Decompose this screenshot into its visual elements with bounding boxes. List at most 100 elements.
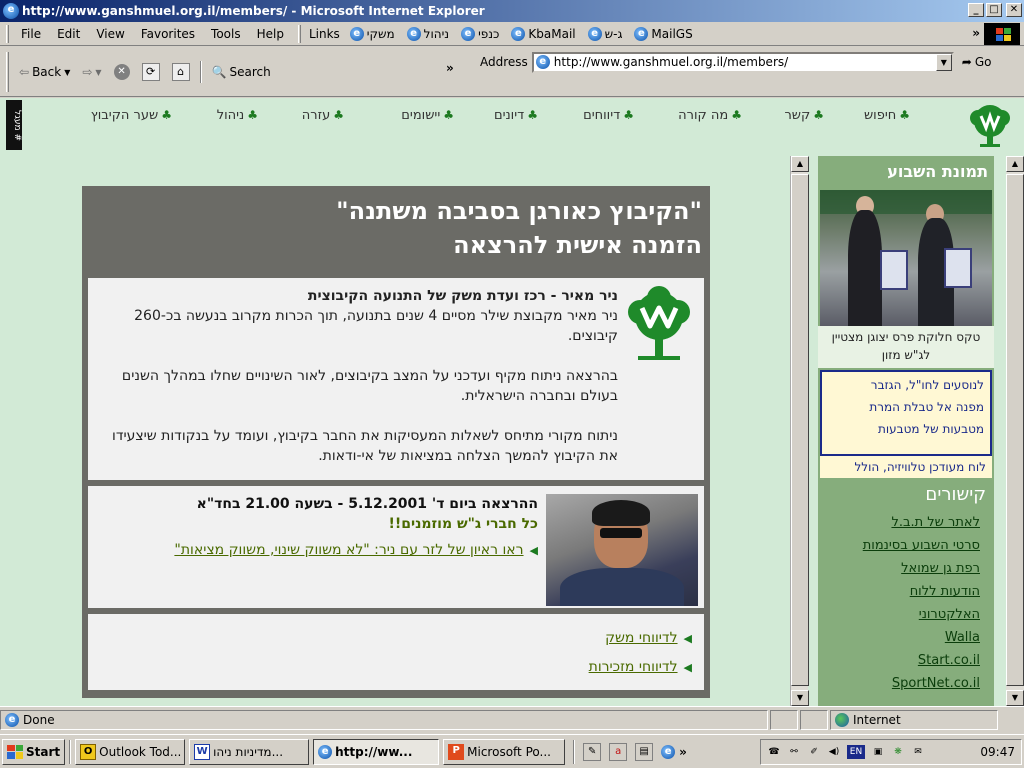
- close-button[interactable]: ✕: [1006, 3, 1022, 17]
- gan-shmuel-logo[interactable]: [968, 104, 1012, 148]
- link-mailgs[interactable]: e MailGS: [628, 26, 698, 41]
- leaf-icon: ♣: [623, 108, 634, 122]
- photo-of-week[interactable]: [820, 190, 992, 326]
- task-word[interactable]: W מדיניות ניהו...: [189, 738, 310, 765]
- forward-button[interactable]: ⇨ ▼: [76, 65, 107, 79]
- outlook-icon: O: [80, 743, 97, 760]
- sidebar-scrollbar[interactable]: ▲ ▼: [790, 156, 809, 706]
- menu-tools[interactable]: Tools: [203, 27, 249, 41]
- nav-search[interactable]: ♣חיפוש: [864, 108, 910, 123]
- interview-link-label: ראו ראיון של לזר עם ניר: "לא משווק שינוי…: [174, 542, 524, 558]
- toolbar-overflow-chevron[interactable]: »: [446, 61, 454, 75]
- nav-applications[interactable]: ♣יישומים: [401, 108, 454, 123]
- link-walla[interactable]: Walla: [818, 626, 980, 649]
- ie-icon: e: [318, 744, 333, 759]
- nav-contact[interactable]: ♣קשר: [784, 108, 824, 123]
- task-ie[interactable]: e http://ww...: [313, 738, 440, 765]
- language-indicator[interactable]: EN: [847, 745, 865, 759]
- display-icon[interactable]: ▣: [871, 745, 885, 759]
- link-economy-reports[interactable]: לדיווחי משק: [605, 630, 677, 646]
- security-zone[interactable]: Internet: [830, 709, 998, 730]
- nav-kibbutz-gate[interactable]: ♣שער הקיבוץ: [91, 108, 172, 123]
- home-button[interactable]: ⌂: [166, 63, 196, 81]
- menu-view[interactable]: View: [88, 27, 132, 41]
- volume-icon[interactable]: ◀): [827, 745, 841, 759]
- dropdown-arrow-icon[interactable]: ▼: [64, 68, 70, 77]
- nav-admin[interactable]: ♣ניהול: [217, 108, 258, 123]
- link-knafi[interactable]: e כנפי: [455, 26, 505, 41]
- pen-icon[interactable]: ✐: [807, 745, 821, 759]
- link-cinema[interactable]: סרטי השבוע בסינמות: [818, 534, 980, 557]
- interview-link[interactable]: ◀ ראו ראיון של לזר עם ניר: "לא משווק שינו…: [98, 540, 538, 561]
- scroll-up-button[interactable]: ▲: [791, 156, 809, 172]
- toolbar-grip[interactable]: [6, 52, 9, 92]
- nav-link-label: קשר: [784, 108, 811, 123]
- phone-icon[interactable]: ☎: [767, 745, 781, 759]
- link-mishki[interactable]: e משקי: [344, 26, 401, 41]
- go-button[interactable]: ➦ Go: [954, 55, 992, 69]
- menu-edit[interactable]: Edit: [49, 27, 88, 41]
- maximize-button[interactable]: □: [986, 3, 1002, 17]
- link-dairy[interactable]: רפת גן שמואל: [818, 557, 980, 580]
- nav-whats-up[interactable]: ♣מה קורה: [678, 108, 742, 123]
- clock[interactable]: 09:47: [980, 745, 1015, 759]
- search-button[interactable]: 🔍 Search: [206, 65, 277, 79]
- link-sportnet[interactable]: SportNet.co.il: [818, 672, 980, 695]
- link-label: ניהול: [423, 26, 450, 41]
- scroll-down-button[interactable]: ▼: [1006, 690, 1024, 706]
- quicklaunch-ie-icon[interactable]: e: [661, 744, 676, 759]
- link-label: KbaMail: [528, 26, 576, 41]
- link-secretariat-reports[interactable]: לדיווחי מזכירות: [589, 659, 678, 675]
- address-dropdown-button[interactable]: ▼: [935, 53, 952, 71]
- task-powerpoint[interactable]: P Microsoft Po...: [443, 738, 566, 765]
- photo-shirt: [560, 568, 684, 606]
- dropdown-arrow-icon[interactable]: ▼: [95, 68, 101, 77]
- news-ticker[interactable]: לנוסעים לחו"ל, הגזבר מפנה אל טבלת המרת מ…: [820, 370, 992, 456]
- menu-file[interactable]: File: [13, 27, 49, 41]
- quicklaunch-overflow-chevron[interactable]: »: [679, 745, 687, 759]
- quicklaunch-acrobat-icon[interactable]: a: [609, 742, 628, 761]
- links-overflow-chevron[interactable]: »: [972, 26, 980, 40]
- link-start[interactable]: Start.co.il: [818, 649, 980, 672]
- leaf-icon: ♣: [161, 108, 172, 122]
- minimize-button[interactable]: _: [968, 3, 984, 17]
- toolbar-grip[interactable]: [6, 24, 9, 43]
- separator: [573, 739, 576, 764]
- links-heading: קישורים: [925, 484, 986, 505]
- address-input[interactable]: e http://www.ganshmuel.org.il/members/ ▼: [531, 51, 954, 73]
- scroll-thumb[interactable]: [1006, 174, 1024, 686]
- ie-page-icon: e: [461, 26, 476, 41]
- link-gs[interactable]: e ג-ש: [582, 26, 629, 41]
- links-grip[interactable]: [297, 24, 301, 43]
- window-controls: _ □ ✕: [968, 3, 1022, 17]
- news-strip[interactable]: לוח מעודכן טלוויזיה, הולל: [820, 456, 992, 478]
- leaf-icon: ♣: [731, 108, 742, 122]
- link-board[interactable]: הודעות ללוח: [818, 580, 980, 603]
- scroll-thumb[interactable]: [791, 174, 809, 686]
- nav-help[interactable]: ♣עזרה: [302, 108, 344, 123]
- side-tag[interactable]: מעגל #: [6, 100, 22, 150]
- link-kbamail[interactable]: e KbaMail: [505, 26, 581, 41]
- quicklaunch-explorer-icon[interactable]: ▤: [635, 742, 654, 761]
- taskbar: Start O Outlook Tod... W מדיניות ניהו...…: [0, 734, 1024, 768]
- refresh-button[interactable]: ⟳: [136, 63, 166, 81]
- scroll-down-button[interactable]: ▼: [791, 690, 809, 706]
- menu-favorites[interactable]: Favorites: [133, 27, 203, 41]
- link-electronic[interactable]: האלקטרוני: [818, 603, 980, 626]
- nav-discussions[interactable]: ♣דיונים: [494, 108, 538, 123]
- antivirus-icon[interactable]: ❋: [891, 745, 905, 759]
- stop-button[interactable]: ✕: [108, 64, 136, 80]
- scroll-up-button[interactable]: ▲: [1006, 156, 1024, 172]
- speaker-bio: ניר מאיר מקבוצת שילר מסיים 4 שנים בתנועה…: [134, 308, 618, 344]
- link-nihul[interactable]: e ניהול: [401, 26, 455, 41]
- link-tbl[interactable]: לאתר של ת.ב.ל: [818, 511, 980, 534]
- page-scrollbar[interactable]: ▲ ▼: [1006, 156, 1024, 706]
- task-outlook[interactable]: O Outlook Tod...: [75, 738, 186, 765]
- quicklaunch-desktop-icon[interactable]: ✎: [583, 742, 602, 761]
- mail-icon[interactable]: ✉: [911, 745, 925, 759]
- nav-reports[interactable]: ♣דיווחים: [583, 108, 634, 123]
- back-button[interactable]: ⇦ Back ▼: [13, 65, 76, 79]
- start-button[interactable]: Start: [2, 738, 66, 765]
- network-icon[interactable]: ⚯: [787, 745, 801, 759]
- menu-help[interactable]: Help: [249, 27, 292, 41]
